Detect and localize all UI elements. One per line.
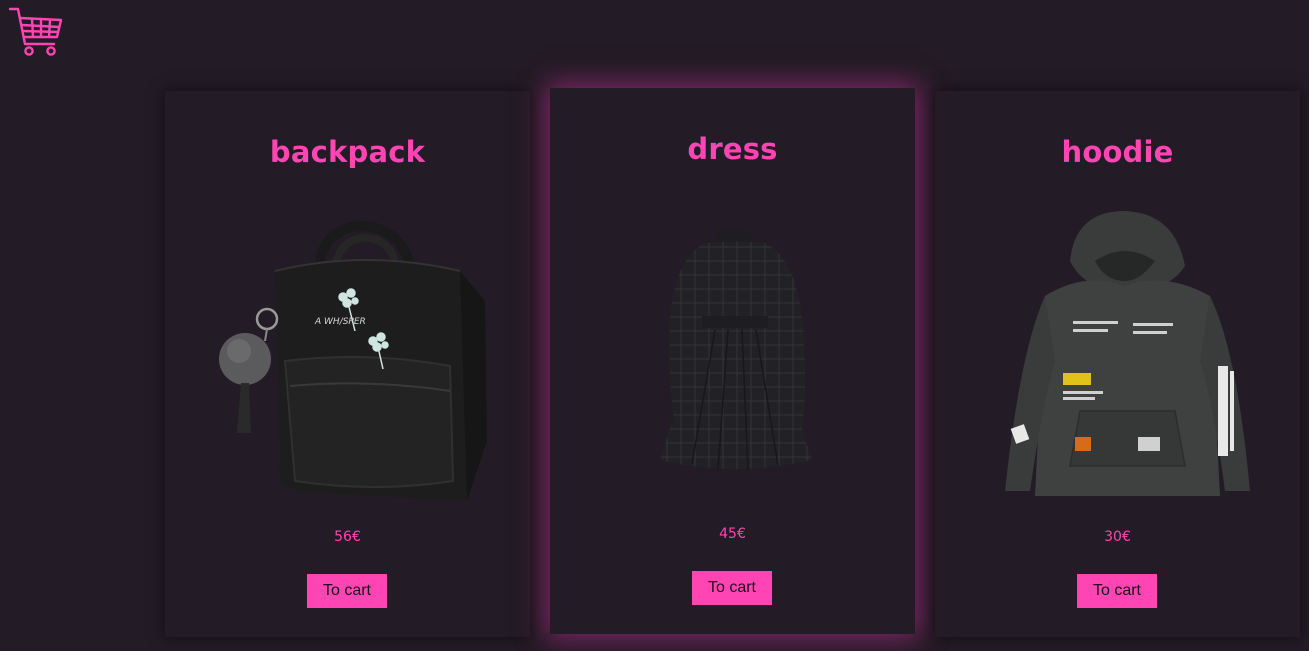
product-card-backpack: backpack A WH/SPER 56€ To cart bbox=[165, 91, 530, 637]
product-card-hoodie: hoodie 30€ To cart bbox=[935, 91, 1300, 637]
page: backpack A WH/SPER 56€ To cart dress 45€… bbox=[0, 0, 1309, 651]
svg-text:A WH/SPER: A WH/SPER bbox=[314, 317, 366, 327]
product-title: dress bbox=[687, 132, 778, 166]
shopping-cart-icon[interactable] bbox=[8, 6, 64, 58]
product-price: 56€ bbox=[334, 529, 361, 545]
add-to-cart-button[interactable]: To cart bbox=[1077, 574, 1157, 608]
add-to-cart-button[interactable]: To cart bbox=[692, 571, 772, 605]
product-price: 45€ bbox=[719, 526, 746, 542]
hoodie-image bbox=[975, 201, 1260, 511]
dress-image bbox=[590, 198, 875, 508]
product-title: backpack bbox=[269, 135, 426, 169]
product-card-dress: dress 45€ To cart bbox=[550, 88, 915, 634]
add-to-cart-button[interactable]: To cart bbox=[307, 574, 387, 608]
backpack-image: A WH/SPER bbox=[205, 201, 490, 511]
product-price: 30€ bbox=[1104, 529, 1131, 545]
product-title: hoodie bbox=[1061, 135, 1174, 169]
